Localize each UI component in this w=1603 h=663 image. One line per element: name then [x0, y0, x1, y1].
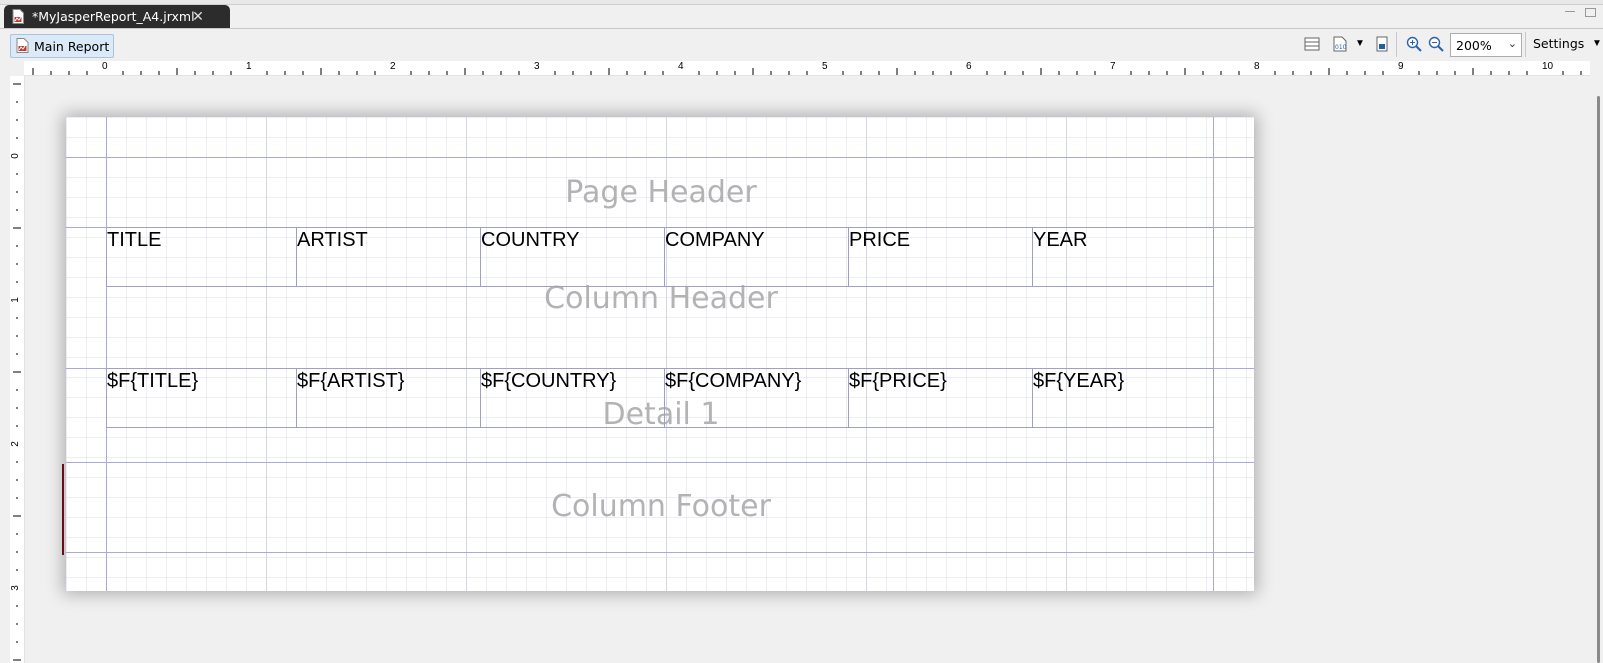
horizontal-ruler: 0 1 2 3 4 5 6 7 8 9 10 [24, 61, 1590, 76]
ruler-number: 7 [1110, 61, 1116, 72]
ruler-number: 3 [534, 61, 540, 72]
ruler-number: 9 [1398, 61, 1404, 72]
settings-button[interactable]: Settings [1533, 36, 1584, 51]
ruler-number: 0 [9, 153, 21, 159]
vertical-scrollbar[interactable] [1591, 76, 1603, 663]
ruler-number: 8 [1254, 61, 1260, 72]
main-report-label: Main Report [34, 39, 110, 54]
horizontal-ruler-ticks [32, 68, 1582, 75]
band-label-column-footer: Column Footer [551, 489, 771, 524]
band-label-page-header: Page Header [565, 175, 757, 210]
detail-field[interactable]: $F{COUNTRY} [480, 368, 665, 428]
zoom-level-combo[interactable]: 200% ⌄ [1450, 33, 1522, 57]
detail-field[interactable]: $F{COMPANY} [664, 368, 849, 428]
right-margin-line [1213, 117, 1214, 591]
left-margin-line [106, 117, 107, 591]
grid-line [266, 117, 267, 591]
vertical-ruler-ticks [13, 83, 21, 661]
grid-line [466, 117, 467, 591]
ruler-number: 5 [822, 61, 828, 72]
report-page[interactable]: Page Header Column Header Detail 1 Colum… [66, 117, 1254, 591]
column-header-field[interactable]: YEAR [1032, 227, 1214, 287]
band-selection-marker [62, 464, 64, 555]
zoom-out-icon[interactable] [1428, 36, 1444, 52]
chevron-down-icon[interactable]: ▼ [1592, 38, 1602, 49]
editor-tab[interactable]: *MyJasperReport_A4.jrxml ✕ [4, 5, 230, 28]
minimize-view-button[interactable] [1565, 8, 1575, 12]
ruler-number: 6 [966, 61, 972, 72]
preview-icon[interactable] [1374, 36, 1390, 52]
dataset-icon[interactable]: 010 [1332, 36, 1348, 52]
column-header-field[interactable]: TITLE [106, 227, 297, 287]
zoom-in-icon[interactable] [1406, 36, 1422, 52]
detail-field[interactable]: $F{TITLE} [106, 368, 297, 428]
chevron-down-icon[interactable]: ⌄ [1508, 37, 1517, 50]
svg-text:010: 010 [1335, 44, 1347, 51]
grid-line [866, 117, 867, 591]
toolbar-separator [1396, 32, 1397, 57]
ruler-number: 2 [390, 61, 396, 72]
vertical-ruler: 0 1 2 3 [10, 76, 25, 663]
ruler-number: 1 [9, 297, 21, 303]
main-report-button[interactable]: Main Report [10, 34, 114, 58]
detail-field[interactable]: $F{YEAR} [1032, 368, 1214, 428]
band-divider [66, 462, 1254, 463]
close-icon[interactable]: ✕ [190, 7, 206, 25]
detail-field[interactable]: $F{PRICE} [848, 368, 1033, 428]
ruler-number: 10 [1542, 61, 1554, 72]
column-header-field[interactable]: ARTIST [296, 227, 481, 287]
column-header-field[interactable]: PRICE [848, 227, 1033, 287]
window-top-border [0, 0, 1603, 5]
ruler-number: 2 [9, 441, 21, 447]
ruler-number: 4 [678, 61, 684, 72]
scrollbar-thumb[interactable] [1597, 96, 1600, 663]
top-margin-line [66, 157, 1254, 158]
column-header-field[interactable]: COUNTRY [480, 227, 665, 287]
editor-tab-strip: *MyJasperReport_A4.jrxml ✕ [0, 0, 1603, 29]
maximize-view-button[interactable] [1585, 8, 1596, 17]
band-divider [66, 552, 1254, 553]
report-icon [16, 38, 29, 53]
ruler-number: 0 [102, 61, 108, 72]
report-toolbar: Main Report 010 ▼ 200% ⌄ Settings ▼ [0, 30, 1603, 60]
chevron-down-icon[interactable]: ▼ [1355, 38, 1365, 49]
ruler-number: 3 [9, 585, 21, 591]
column-header-field[interactable]: COMPANY [664, 227, 849, 287]
ruler-number: 1 [246, 61, 252, 72]
jrxml-file-icon [12, 9, 24, 24]
zoom-level-value: 200% [1456, 38, 1492, 53]
toolbar-separator [1525, 32, 1526, 57]
editor-tab-title: *MyJasperReport_A4.jrxml [32, 9, 195, 24]
detail-field[interactable]: $F{ARTIST} [296, 368, 481, 428]
layout-bands-icon[interactable] [1304, 36, 1320, 52]
grid-line [1066, 117, 1067, 591]
